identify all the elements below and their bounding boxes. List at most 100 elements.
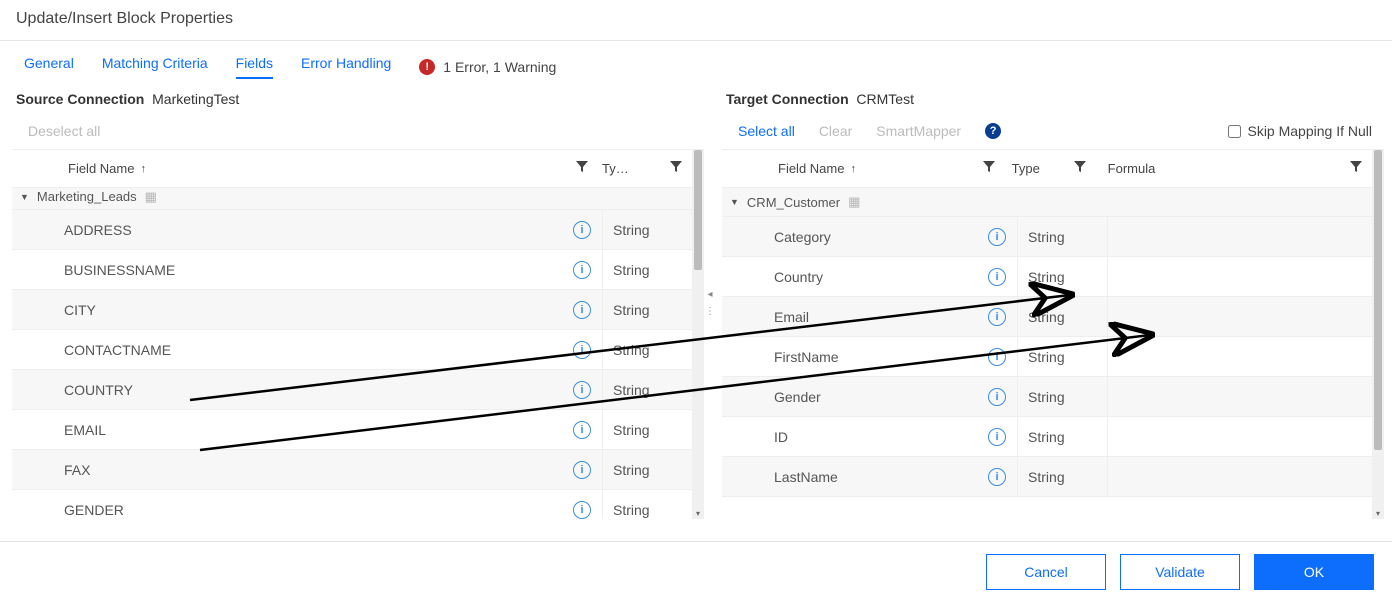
source-group-row[interactable]: ▼ Marketing_Leads ▦ <box>12 188 692 210</box>
info-icon[interactable]: i <box>562 221 602 239</box>
table-row[interactable]: CountryiString <box>722 257 1372 297</box>
formula-cell[interactable] <box>1107 337 1372 376</box>
ok-button[interactable]: OK <box>1254 554 1374 590</box>
field-type: String <box>602 210 692 249</box>
tab-fields[interactable]: Fields <box>236 55 273 79</box>
clear-link[interactable]: Clear <box>819 123 852 139</box>
field-name: FAX <box>52 462 562 478</box>
filter-icon[interactable] <box>1350 161 1362 176</box>
formula-cell[interactable] <box>1107 377 1372 416</box>
target-panel: Target Connection CRMTest Select all Cle… <box>722 87 1384 519</box>
table-row[interactable]: IDiString <box>722 417 1372 457</box>
info-icon[interactable]: i <box>562 341 602 359</box>
formula-cell[interactable] <box>1107 217 1372 256</box>
table-row[interactable]: FirstNameiString <box>722 337 1372 377</box>
info-icon[interactable]: i <box>977 268 1017 286</box>
deselect-all-link[interactable]: Deselect all <box>28 123 100 139</box>
col-type[interactable]: Ty… <box>602 161 629 176</box>
target-scrollbar[interactable]: ▾ <box>1372 150 1384 519</box>
info-icon[interactable]: i <box>562 381 602 399</box>
collapse-icon[interactable]: ▼ <box>20 192 29 202</box>
field-type: String <box>602 250 692 289</box>
cancel-button[interactable]: Cancel <box>986 554 1106 590</box>
sort-asc-icon[interactable]: ↑ <box>850 163 856 175</box>
source-scrollbar[interactable]: ▾ <box>692 150 704 519</box>
field-type: String <box>1017 297 1107 336</box>
table-row[interactable]: FAXiString <box>12 450 692 490</box>
group-icon: ▦ <box>145 189 157 205</box>
info-icon[interactable]: i <box>562 301 602 319</box>
info-icon[interactable]: i <box>977 428 1017 446</box>
skip-mapping-input[interactable] <box>1228 125 1241 138</box>
tab-alerts[interactable]: ! 1 Error, 1 Warning <box>419 59 556 75</box>
sort-asc-icon[interactable]: ↑ <box>140 163 146 175</box>
info-icon[interactable]: i <box>977 348 1017 366</box>
table-row[interactable]: CONTACTNAMEiString <box>12 330 692 370</box>
table-row[interactable]: ADDRESSiString <box>12 210 692 250</box>
filter-icon[interactable] <box>1074 161 1086 176</box>
drag-handle-icon[interactable]: ⋮ <box>705 306 715 317</box>
info-icon[interactable]: i <box>977 468 1017 486</box>
table-row[interactable]: CITYiString <box>12 290 692 330</box>
table-row[interactable]: LastNameiString <box>722 457 1372 497</box>
info-icon[interactable]: i <box>562 421 602 439</box>
table-row[interactable]: GenderiString <box>722 377 1372 417</box>
source-panel: Source Connection MarketingTest Deselect… <box>12 87 704 519</box>
col-field-name[interactable]: Field Name <box>778 161 844 176</box>
table-row[interactable]: EmailiString <box>722 297 1372 337</box>
field-name: GENDER <box>52 502 562 518</box>
skip-mapping-checkbox[interactable]: Skip Mapping If Null <box>1228 123 1372 139</box>
group-icon: ▦ <box>848 194 860 210</box>
source-group-name: Marketing_Leads <box>37 189 137 204</box>
field-name: Email <box>762 309 977 325</box>
target-columns-header: Field Name ↑ Type <box>722 150 1372 188</box>
tab-matching-criteria[interactable]: Matching Criteria <box>102 55 208 79</box>
field-name: ID <box>762 429 977 445</box>
select-all-link[interactable]: Select all <box>738 123 795 139</box>
formula-cell[interactable] <box>1107 257 1372 296</box>
tab-error-handling[interactable]: Error Handling <box>301 55 391 79</box>
formula-cell[interactable] <box>1107 457 1372 496</box>
formula-cell[interactable] <box>1107 297 1372 336</box>
field-name: BUSINESSNAME <box>52 262 562 278</box>
filter-icon[interactable] <box>983 161 995 176</box>
info-icon[interactable]: i <box>562 261 602 279</box>
field-type: String <box>1017 457 1107 496</box>
info-icon[interactable]: i <box>562 461 602 479</box>
panel-divider[interactable]: ◂ ⋮ <box>704 87 716 519</box>
field-name: EMAIL <box>52 422 562 438</box>
formula-cell[interactable] <box>1107 417 1372 456</box>
table-row[interactable]: GENDERiString <box>12 490 692 519</box>
tab-general[interactable]: General <box>24 55 74 79</box>
target-group-row[interactable]: ▼ CRM_Customer ▦ <box>722 188 1372 217</box>
info-icon[interactable]: i <box>977 308 1017 326</box>
field-type: String <box>602 410 692 449</box>
info-icon[interactable]: i <box>977 228 1017 246</box>
table-row[interactable]: EMAILiString <box>12 410 692 450</box>
col-type[interactable]: Type <box>1012 161 1040 176</box>
validate-button[interactable]: Validate <box>1120 554 1240 590</box>
field-name: LastName <box>762 469 977 485</box>
field-type: String <box>1017 417 1107 456</box>
col-field-name[interactable]: Field Name <box>68 161 134 176</box>
table-row[interactable]: COUNTRYiString <box>12 370 692 410</box>
help-icon[interactable]: ? <box>985 123 1001 139</box>
scroll-down-icon[interactable]: ▾ <box>692 507 704 519</box>
tabs-bar: General Matching Criteria Fields Error H… <box>0 41 1392 79</box>
info-icon[interactable]: i <box>977 388 1017 406</box>
target-connection-label: Target Connection CRMTest <box>722 87 1384 115</box>
filter-icon[interactable] <box>576 161 588 176</box>
footer: Cancel Validate OK <box>0 541 1392 602</box>
field-name: Category <box>762 229 977 245</box>
table-row[interactable]: BUSINESSNAMEiString <box>12 250 692 290</box>
smartmapper-link[interactable]: SmartMapper <box>876 123 961 139</box>
col-formula[interactable]: Formula <box>1108 161 1156 176</box>
scroll-down-icon[interactable]: ▾ <box>1372 507 1384 519</box>
info-icon[interactable]: i <box>562 501 602 519</box>
collapse-icon[interactable]: ▼ <box>730 197 739 207</box>
error-icon: ! <box>419 59 435 75</box>
filter-icon[interactable] <box>670 161 682 176</box>
field-type: String <box>602 370 692 409</box>
collapse-left-icon[interactable]: ◂ <box>707 289 712 300</box>
table-row[interactable]: CategoryiString <box>722 217 1372 257</box>
